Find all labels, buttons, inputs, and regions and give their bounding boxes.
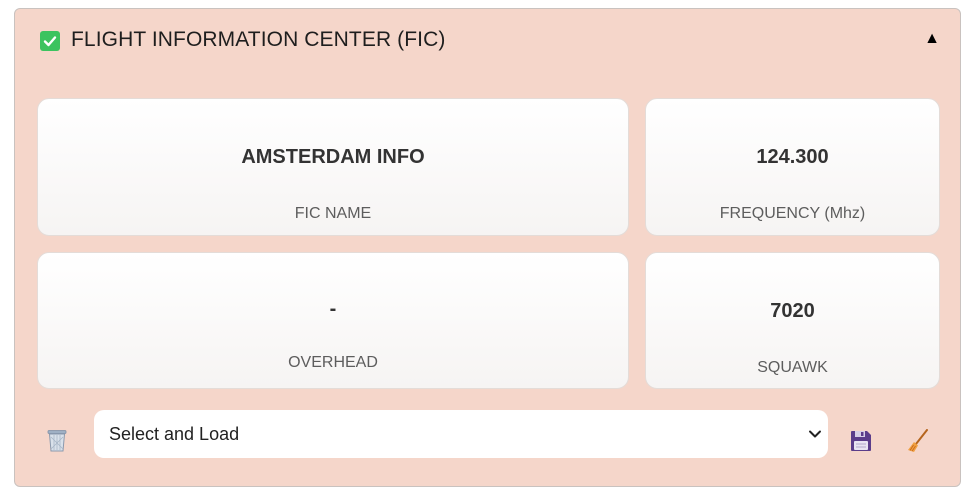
load-select-value: Select and Load <box>109 424 240 444</box>
frequency-card: 124.300 FREQUENCY (Mhz) <box>645 98 940 236</box>
fic-name-value: AMSTERDAM INFO <box>241 146 425 168</box>
squawk-label: SQUAWK <box>757 359 828 376</box>
collapse-triangle-icon[interactable]: ▲ <box>924 31 940 47</box>
trash-icon[interactable] <box>47 429 67 453</box>
chevron-down-icon <box>808 427 822 441</box>
panel-header[interactable]: FLIGHT INFORMATION CENTER (FIC) ▲ <box>15 9 960 71</box>
floppy-disk-icon[interactable] <box>850 430 872 452</box>
overhead-label: OVERHEAD <box>288 354 378 371</box>
load-select[interactable]: Select and Load <box>94 410 828 458</box>
squawk-card: 7020 SQUAWK <box>645 252 940 389</box>
checkbox-checked-icon[interactable] <box>40 31 60 51</box>
broom-icon[interactable] <box>907 429 929 453</box>
panel-title: FLIGHT INFORMATION CENTER (FIC) <box>71 28 446 51</box>
frequency-value: 124.300 <box>756 146 829 168</box>
squawk-value: 7020 <box>770 300 815 322</box>
fic-panel: FLIGHT INFORMATION CENTER (FIC) ▲ AMSTER… <box>14 8 961 487</box>
overhead-value: - <box>329 298 337 320</box>
frequency-label: FREQUENCY (Mhz) <box>719 205 866 222</box>
overhead-card: - OVERHEAD <box>37 252 629 389</box>
fic-name-card: AMSTERDAM INFO FIC NAME <box>37 98 629 236</box>
fic-name-label: FIC NAME <box>294 205 372 222</box>
